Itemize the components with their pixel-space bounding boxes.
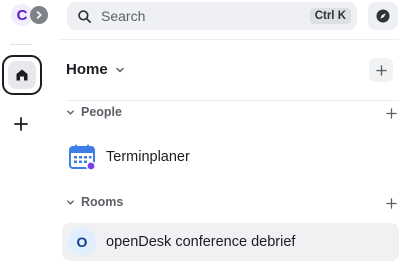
list-item-opendesk-conference-debrief[interactable]: O openDesk conference debrief [62, 223, 399, 261]
search-shortcut: Ctrl K [309, 8, 351, 24]
plus-icon [385, 107, 397, 119]
home-space-button[interactable] [2, 55, 42, 95]
account-initial: C [16, 6, 28, 24]
section-people-label: People [81, 105, 122, 119]
search-placeholder: Search [101, 8, 146, 24]
chevron-down-icon [115, 67, 124, 72]
chevron-down-icon [67, 109, 74, 115]
compass-icon [376, 9, 390, 23]
explore-rooms-button[interactable] [368, 2, 398, 30]
section-rooms-label: Rooms [81, 195, 124, 209]
list-item-label: Terminplaner [106, 149, 190, 165]
room-avatar: O [68, 228, 96, 256]
home-options-button[interactable] [369, 58, 393, 82]
calendar-icon [68, 143, 96, 171]
plus-icon [375, 64, 387, 76]
add-room-button[interactable] [384, 196, 398, 210]
rail-divider [10, 44, 32, 45]
add-person-button[interactable] [384, 106, 398, 120]
plus-icon [14, 117, 28, 131]
home-header[interactable]: Home [66, 61, 125, 78]
divider [66, 100, 399, 101]
search-input[interactable]: Search Ctrl K [67, 2, 357, 30]
add-space-button[interactable] [10, 113, 32, 135]
space-rail: C [0, 0, 48, 263]
plus-icon [385, 197, 397, 209]
page-title: Home [66, 61, 108, 78]
section-people-toggle[interactable]: People [66, 105, 122, 119]
section-rooms-toggle[interactable]: Rooms [66, 195, 123, 209]
search-icon [77, 8, 93, 24]
chevron-down-icon [67, 199, 74, 205]
room-list-panel: Home People Terminplaner Rooms O openDes… [58, 41, 399, 263]
chevron-right-icon [36, 11, 42, 19]
top-bar: Search Ctrl K [58, 0, 399, 40]
expand-rail-button[interactable] [30, 6, 48, 24]
home-icon [16, 69, 28, 81]
list-item-terminplaner[interactable]: Terminplaner [62, 138, 399, 176]
list-item-label: openDesk conference debrief [106, 234, 296, 250]
